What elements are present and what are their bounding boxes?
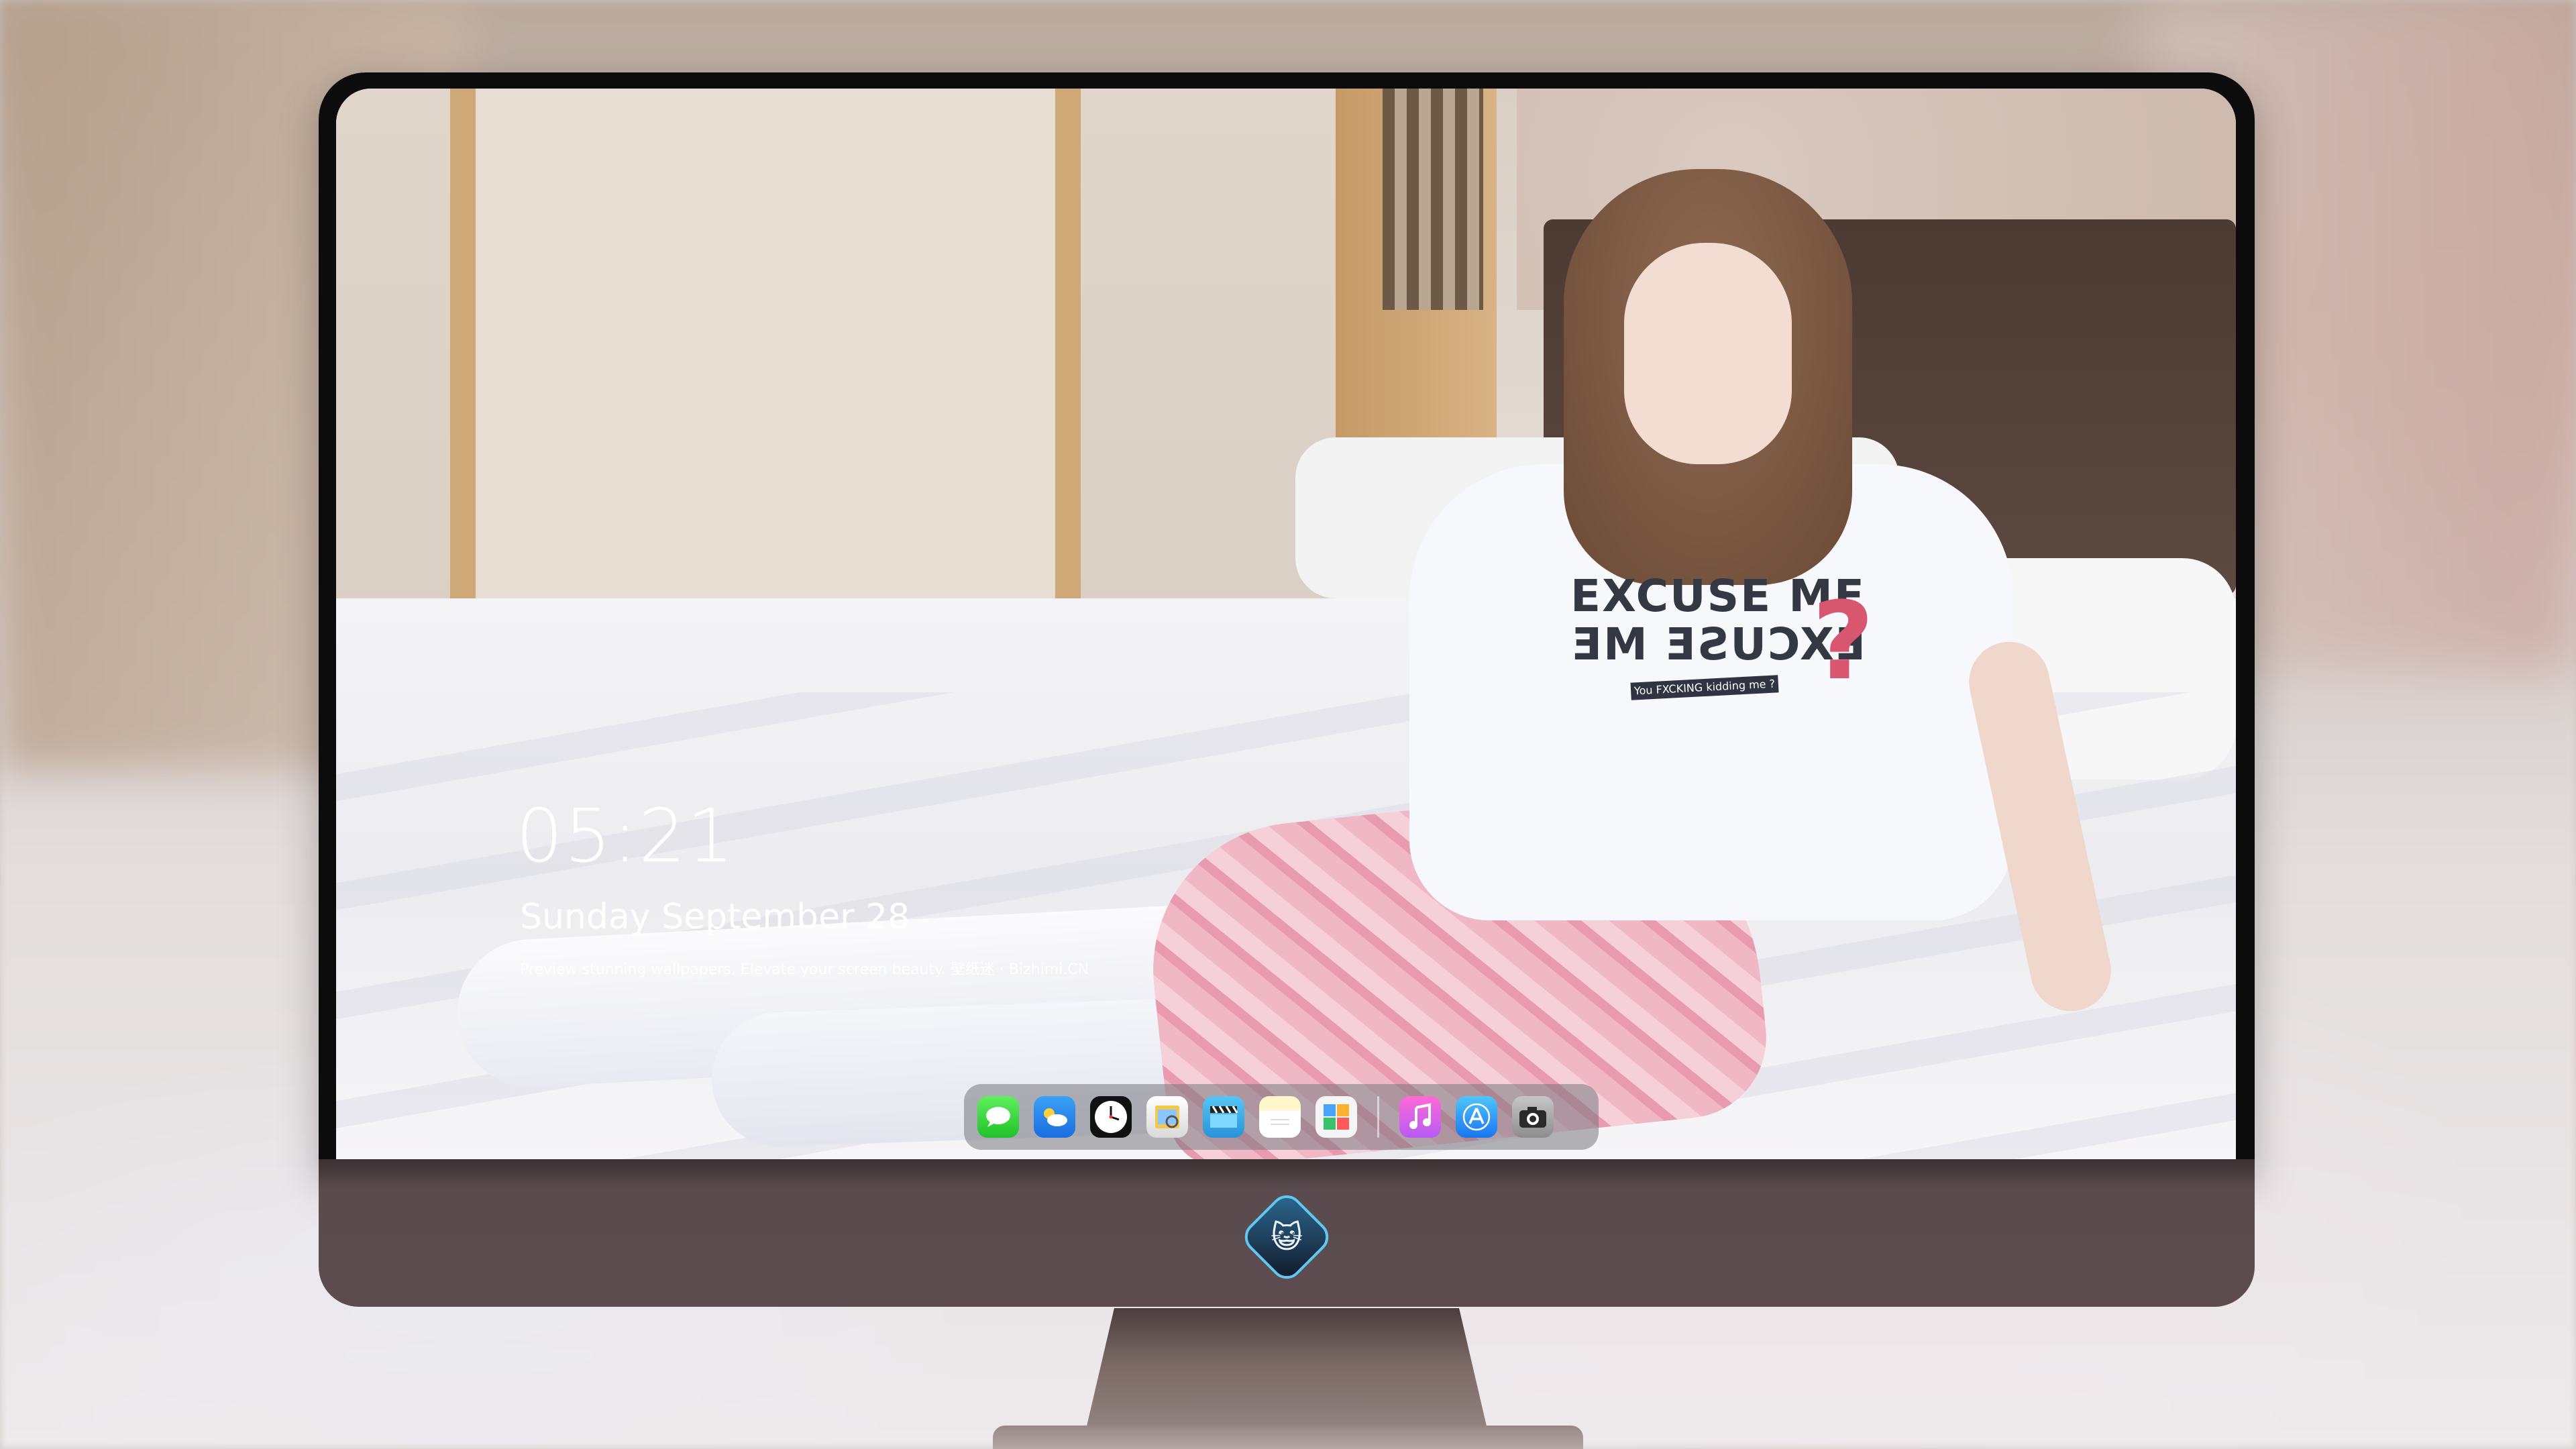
shirt-print-question-mark: ? — [1812, 578, 1874, 704]
lock-screen-time: 05:21 — [516, 793, 736, 879]
messages-icon[interactable] — [977, 1096, 1019, 1138]
dock — [964, 1084, 1599, 1150]
preview-icon[interactable] — [1146, 1096, 1188, 1138]
monitor-stand-base — [993, 1426, 1583, 1449]
weather-icon[interactable] — [1034, 1096, 1075, 1138]
camera-icon[interactable] — [1512, 1096, 1554, 1138]
clock-icon[interactable] — [1090, 1096, 1132, 1138]
photos-icon[interactable] — [1316, 1096, 1357, 1138]
app-store-icon[interactable] — [1456, 1096, 1497, 1138]
wallpaper-window-blinds — [1383, 89, 1483, 310]
screen: EXCUSE ME EXCUSE ME ? You FXCKING kiddin… — [336, 89, 2236, 1159]
wallpaper-figure-face — [1624, 243, 1792, 464]
notes-icon[interactable] — [1259, 1096, 1301, 1138]
music-icon[interactable] — [1399, 1096, 1441, 1138]
dock-separator — [1377, 1096, 1379, 1138]
lock-screen-date: Sunday September 28 — [520, 897, 910, 937]
monitor: EXCUSE ME EXCUSE ME ? You FXCKING kiddin… — [319, 72, 2255, 1307]
video-icon[interactable] — [1203, 1096, 1244, 1138]
wallpaper-door — [450, 89, 1081, 645]
lock-screen-caption: Preview stunning wallpapers, Elevate you… — [520, 961, 1089, 978]
